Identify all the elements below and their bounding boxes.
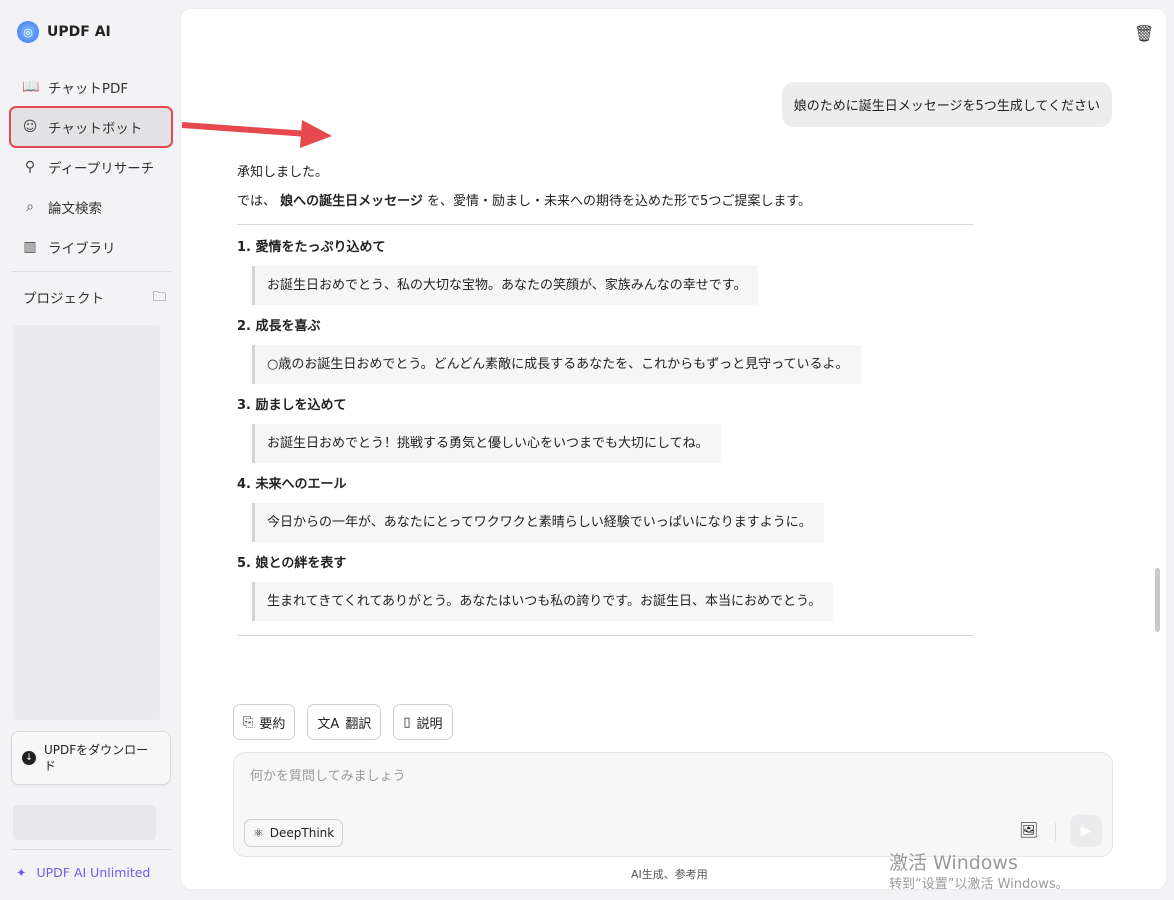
user-message: 娘のために誕生日メッセージを5つ生成してください <box>781 82 1112 127</box>
sidebar-item-paper-search[interactable]: ⌕ 論文検索 <box>10 187 172 227</box>
account-blurred <box>13 805 156 840</box>
assistant-message: 承知しました。 では、 娘への誕生日メッセージ を、愛情・励まし・未来への期待を… <box>237 163 973 649</box>
updf-logo-icon: ◎ <box>17 21 39 43</box>
image-upload-icon[interactable]: 🖼 <box>1019 821 1038 839</box>
translate-button[interactable]: 文A 翻訳 <box>307 704 382 740</box>
sidebar: ◎ UPDF AI 📖 チャットPDF ☺ チャットボット ⚲ ディープリサーチ ⌕ 論文… <box>0 0 180 900</box>
message-heading: 2. 成長を喜ぶ <box>237 319 321 334</box>
message-heading: 3. 励ましを込めて <box>237 398 347 413</box>
search-doc-icon: ⌕ <box>26 199 34 215</box>
download-updf-button[interactable]: ↓ UPDFをダウンロード <box>11 731 171 785</box>
divider <box>11 271 171 272</box>
windows-activation-watermark: 激活 Windows 转到“设置”以激活 Windows。 <box>889 852 1069 892</box>
chat-input[interactable] <box>250 769 950 784</box>
sidebar-nav: 📖 チャットPDF ☺ チャットボット ⚲ ディープリサーチ ⌕ 論文検索 ▥ ライブラリ <box>9 67 173 267</box>
sidebar-item-chat-pdf[interactable]: 📖 チャットPDF <box>10 67 172 107</box>
bot-face-icon: ☺ <box>22 119 38 135</box>
divider <box>11 849 171 850</box>
chat-input-box: ⚛DeepThink 🖼 ▶ <box>233 752 1113 857</box>
annotation-arrow <box>181 120 332 148</box>
delete-chat-icon[interactable]: 🗑 <box>1134 24 1154 43</box>
explain-button[interactable]: ▯ 説明 <box>393 704 453 740</box>
message-heading: 4. 未来へのエール <box>237 477 347 492</box>
fade-overlay <box>237 680 973 696</box>
summarize-button[interactable]: ⎘ 要約 <box>233 704 296 740</box>
message-quote: 生まれてきてくれてありがとう。あなたはいつも私の誇りです。お誕生日、本当におめで… <box>252 582 834 621</box>
scrollbar[interactable] <box>1155 568 1160 632</box>
sidebar-item-deep-research[interactable]: ⚲ ディープリサーチ <box>10 147 172 187</box>
intro-text: 承知しました。 <box>237 165 329 180</box>
divider <box>237 224 973 225</box>
disclaimer: AI生成、参考用 <box>631 868 708 881</box>
app-logo[interactable]: ◎ UPDF AI <box>17 21 111 43</box>
telescope-icon: ⚲ <box>24 159 36 175</box>
book-icon: ▯ <box>403 714 411 730</box>
message-quote: 今日からの一年が、あなたにとってワクワクと素晴らしい経験でいっぱいになりますよう… <box>252 503 824 542</box>
divider <box>237 635 973 636</box>
send-button[interactable]: ▶ <box>1070 815 1102 847</box>
download-icon: ↓ <box>22 751 36 765</box>
library-icon: ▥ <box>23 239 37 255</box>
message-quote: お誕生日おめでとう！挑戦する勇気と優しい心をいつまでも大切にしてね。 <box>252 424 721 463</box>
atom-icon: ⚛ <box>253 826 264 840</box>
translate-icon: 文A <box>317 716 340 732</box>
project-header: プロジェクト 🗀 <box>23 287 166 310</box>
project-list-blurred <box>13 325 160 720</box>
book-sparkle-icon: 📖 <box>22 79 40 95</box>
sidebar-item-chatbot[interactable]: ☺ チャットボット <box>9 106 173 148</box>
message-quote: お誕生日おめでとう、私の大切な宝物。あなたの笑顔が、家族みんなの幸せです。 <box>252 266 759 305</box>
message-heading: 5. 娘との絆を表す <box>237 556 347 571</box>
quick-tools: ⎘ 要約 文A 翻訳 ▯ 説明 <box>233 704 453 740</box>
upgrade-link[interactable]: ✦ UPDF AI Unlimited <box>16 865 150 880</box>
deepthink-toggle[interactable]: ⚛ DeepThink <box>244 819 344 847</box>
new-folder-icon[interactable]: 🗀 <box>153 287 167 310</box>
sparkle-icon: ✦ <box>16 865 27 880</box>
sidebar-item-library[interactable]: ▥ ライブラリ <box>10 227 172 267</box>
message-heading: 1. 愛情をたっぷり込めて <box>237 240 386 255</box>
intro-text: では、 娘への誕生日メッセージ を、愛情・励まし・未来への期待を込めた形で5つご… <box>237 194 812 209</box>
summarize-icon: ⎘ <box>243 714 254 730</box>
divider <box>1055 823 1056 841</box>
message-quote: ○歳のお誕生日おめでとう。どんどん素敵に成長するあなたを、これからもずっと見守っ… <box>252 345 861 384</box>
